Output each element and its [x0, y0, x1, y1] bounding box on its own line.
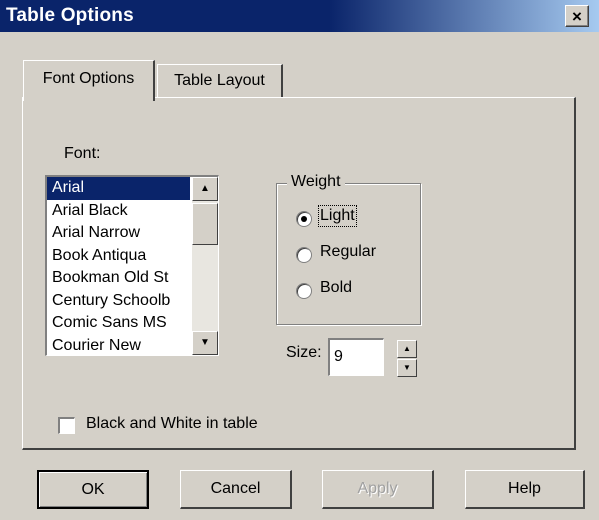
list-item[interactable]: Century Schoolb	[47, 290, 190, 313]
list-item[interactable]: Arial Narrow	[47, 222, 190, 245]
tab-font-options-label: Font Options	[42, 70, 135, 87]
list-item[interactable]: Arial	[47, 177, 190, 200]
scroll-up-arrow-icon: ▲	[200, 183, 210, 194]
ok-button[interactable]: OK	[37, 470, 149, 509]
tab-font-options[interactable]: Font Options	[23, 60, 155, 101]
radio-bold[interactable]	[296, 283, 312, 299]
help-button[interactable]: Help	[465, 470, 585, 509]
list-item[interactable]: Bookman Old St	[47, 267, 190, 290]
scroll-down-button[interactable]: ▼	[192, 331, 218, 355]
list-item[interactable]: Comic Sans MS	[47, 312, 190, 335]
tab-table-layout-label: Table Layout	[174, 72, 265, 89]
apply-button: Apply	[322, 470, 434, 509]
weight-group-title: Weight	[287, 173, 345, 191]
list-item[interactable]: Book Antiqua	[47, 245, 190, 268]
size-label: Size:	[286, 344, 322, 361]
font-label: Font:	[64, 145, 101, 162]
scroll-down-arrow-icon: ▼	[200, 337, 210, 348]
radio-regular-label[interactable]: Regular	[320, 243, 376, 261]
ok-button-label: OK	[81, 481, 105, 498]
title-bar[interactable]: Table Options ×	[0, 0, 599, 32]
spin-down-icon: ▼	[403, 363, 411, 372]
font-listbox[interactable]: Arial Arial Black Arial Narrow Book Anti…	[45, 175, 219, 356]
spin-down-button[interactable]: ▼	[397, 359, 417, 377]
close-icon: ×	[572, 7, 582, 26]
bw-checkbox[interactable]	[58, 417, 75, 434]
close-button[interactable]: ×	[565, 5, 589, 27]
scroll-thumb[interactable]	[192, 203, 218, 245]
window-title: Table Options	[6, 5, 134, 26]
spin-up-button[interactable]: ▲	[397, 340, 417, 358]
bw-checkbox-label[interactable]: Black and White in table	[86, 415, 258, 433]
radio-light-label[interactable]: Light	[318, 205, 357, 227]
radio-selected-dot	[301, 216, 307, 222]
apply-button-label: Apply	[357, 480, 398, 497]
cancel-button[interactable]: Cancel	[180, 470, 292, 509]
spin-up-icon: ▲	[403, 344, 411, 353]
font-list-scrollbar[interactable]: ▲ ▼	[192, 177, 218, 355]
radio-bold-label[interactable]: Bold	[320, 279, 352, 297]
cancel-button-label: Cancel	[210, 480, 261, 497]
radio-light[interactable]	[296, 211, 312, 227]
help-button-label: Help	[508, 480, 541, 497]
list-item[interactable]: Arial Black	[47, 200, 190, 223]
radio-regular[interactable]	[296, 247, 312, 263]
scroll-up-button[interactable]: ▲	[192, 177, 218, 201]
size-input[interactable]: 9	[328, 338, 384, 376]
list-item[interactable]: Courier New	[47, 335, 190, 356]
tab-table-layout[interactable]: Table Layout	[157, 64, 283, 97]
